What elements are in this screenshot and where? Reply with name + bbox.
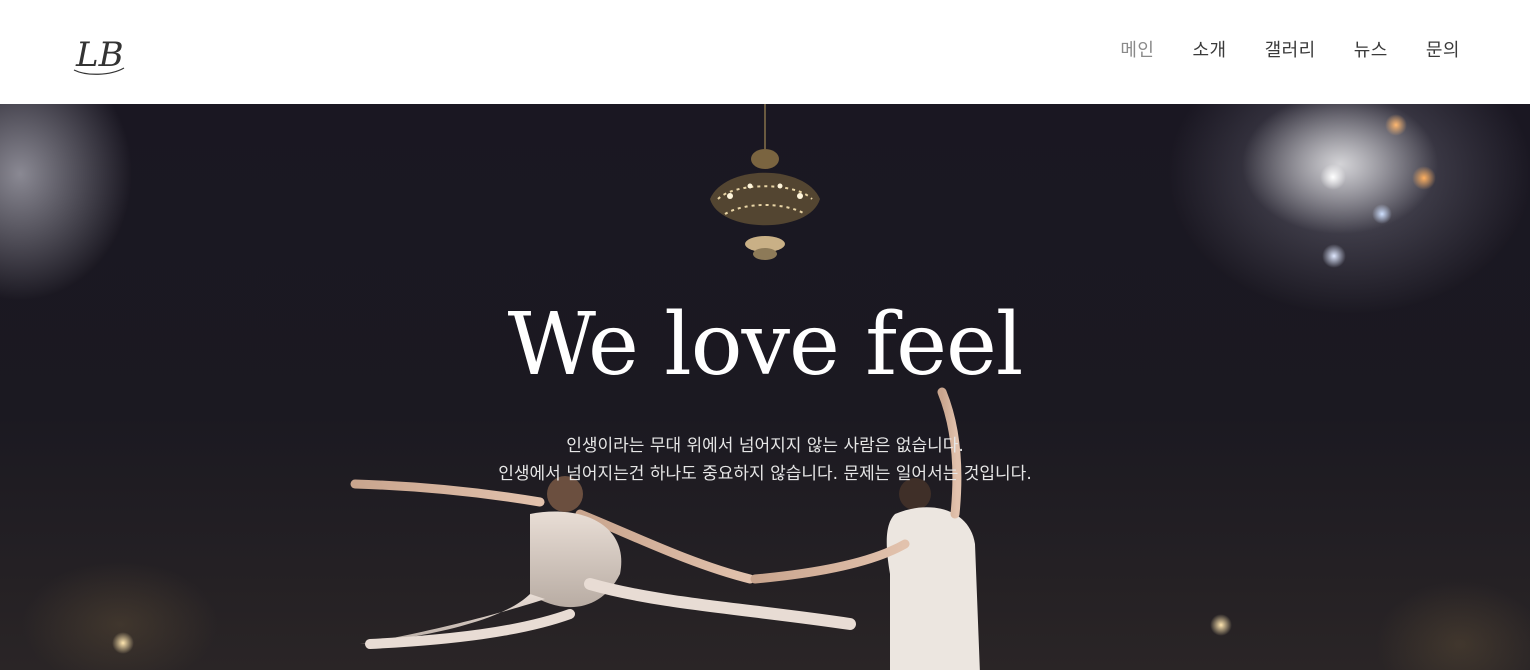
hero-title: We love feel	[507, 295, 1024, 395]
hero-subtitle-line-1: 인생이라는 무대 위에서 넘어지지 않는 사람은 없습니다.	[566, 436, 964, 456]
hero-banner: We love feel 인생이라는 무대 위에서 넘어지지 않는 사람은 없습…	[0, 104, 1530, 670]
stage-light	[1372, 204, 1392, 224]
stage-light	[1385, 114, 1407, 136]
nav-item-gallery[interactable]: 갤러리	[1265, 36, 1316, 62]
hero-subtitle: 인생이라는 무대 위에서 넘어지지 않는 사람은 없습니다. 인생에서 넘어지는…	[0, 432, 1530, 488]
nav-item-contact[interactable]: 문의	[1426, 36, 1460, 62]
chandelier-image	[710, 104, 820, 260]
logo-text: LB	[75, 35, 124, 75]
hero-subtitle-line-2: 인생에서 넘어지는건 하나도 중요하지 않습니다. 문제는 일어서는 것입니다.	[498, 464, 1032, 484]
site-header: LB 메인 소개 갤러리 뉴스 문의	[0, 0, 1530, 104]
logo[interactable]: LB	[70, 26, 128, 78]
nav-item-news[interactable]: 뉴스	[1354, 36, 1388, 62]
stage-light	[1322, 244, 1346, 268]
ballet-dancers-image	[350, 387, 980, 670]
stage-light	[1320, 164, 1346, 190]
stage-light	[1412, 166, 1436, 190]
stage-light	[1210, 614, 1232, 636]
stage-light	[112, 632, 134, 654]
nav-item-about[interactable]: 소개	[1192, 36, 1226, 62]
main-nav: 메인 소개 갤러리 뉴스 문의	[1120, 36, 1460, 62]
nav-item-main[interactable]: 메인	[1120, 36, 1154, 62]
